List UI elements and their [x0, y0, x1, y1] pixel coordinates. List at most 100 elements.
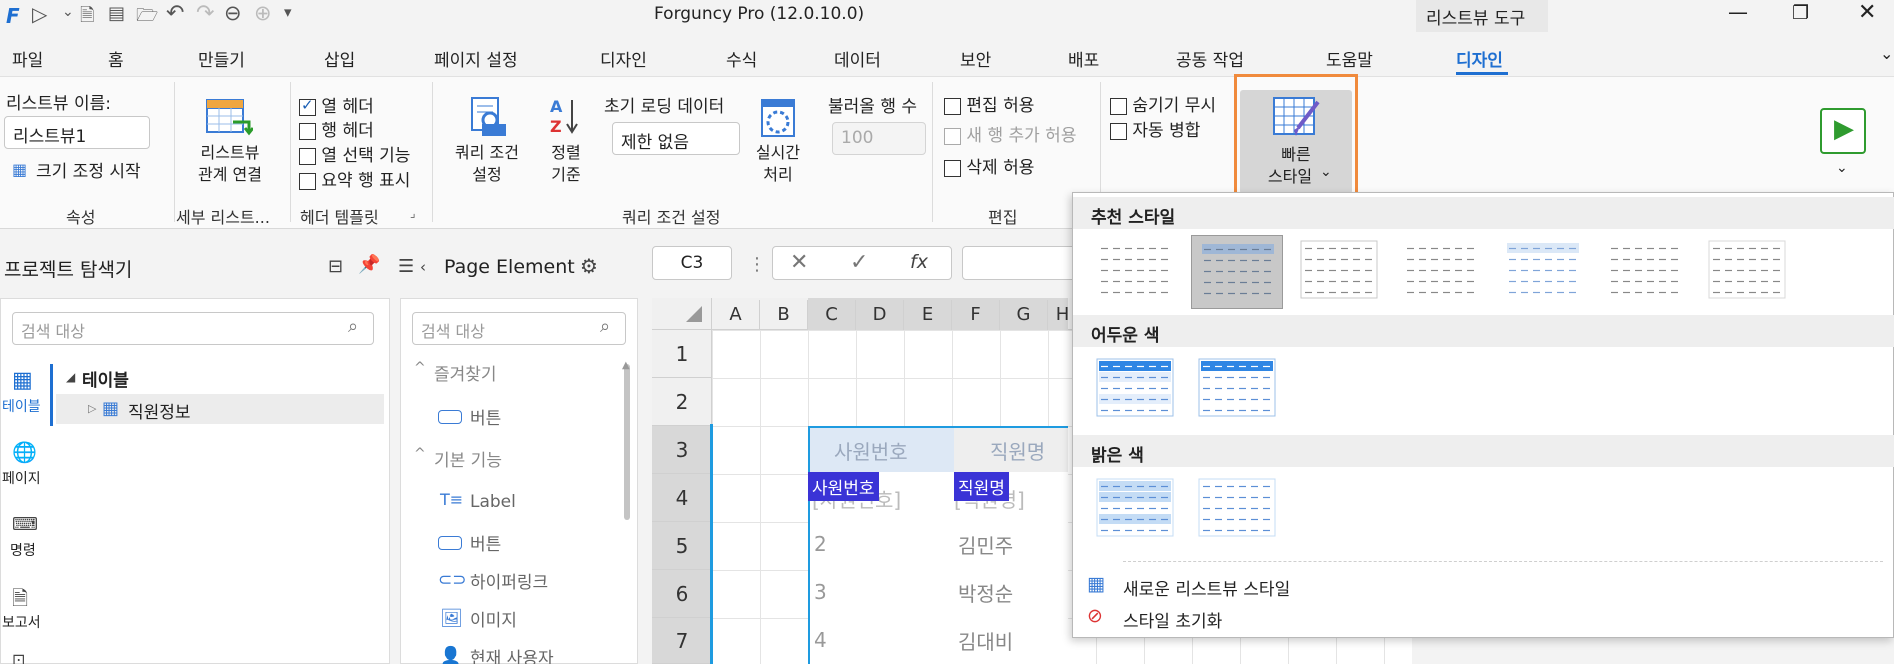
new-listview-style-item[interactable]: 새로운 리스트뷰 스타일 — [1123, 575, 1290, 600]
sort-label-2[interactable]: 기준 — [536, 164, 596, 186]
tree-collapsed-icon[interactable]: ▷ — [88, 402, 96, 415]
customize-toolbar-icon[interactable]: ▾ — [284, 3, 292, 21]
relation-label-1[interactable]: 리스트뷰 — [190, 142, 270, 164]
side-tab-reports[interactable]: 보고서 — [2, 612, 41, 632]
realtime-icon[interactable] — [760, 98, 796, 138]
redo-icon[interactable]: ↷ — [196, 1, 214, 26]
row-header[interactable]: 2 — [652, 378, 712, 426]
initial-load-select[interactable]: 제한 없음 — [612, 122, 740, 155]
field-tag-employee-no[interactable]: 사원번호 — [808, 472, 879, 501]
explorer-search-input[interactable]: 검색 대상 — [12, 312, 374, 345]
minimize-icon[interactable]: — — [1728, 0, 1748, 24]
column-header[interactable]: F — [952, 300, 1000, 330]
element-image-item[interactable]: 이미지 — [470, 606, 517, 631]
relation-link-icon[interactable] — [205, 96, 255, 138]
chevron-down-icon[interactable]: ⌄ — [1836, 160, 1848, 176]
allow-delete-checkbox[interactable]: 삭제 허용 — [944, 153, 1034, 178]
ignore-hidden-checkbox[interactable]: 숨기기 무시 — [1110, 91, 1216, 116]
collapse-ribbon-icon[interactable]: ⌄ — [1880, 44, 1893, 63]
fx-icon[interactable]: fx — [910, 251, 928, 273]
style-thumbnail-light[interactable] — [1191, 473, 1283, 547]
column-header[interactable]: A — [712, 300, 760, 330]
menu-formula[interactable]: 수식 — [726, 46, 757, 71]
query-condition-icon[interactable] — [466, 96, 508, 138]
menu-security[interactable]: 보안 — [960, 46, 991, 71]
gear-icon[interactable]: ⚙ — [580, 254, 598, 278]
save-icon[interactable]: ▤ — [108, 3, 125, 24]
query-cond-label-2[interactable]: 설정 — [442, 164, 532, 186]
favorite-button-item[interactable]: 버튼 — [470, 404, 501, 429]
page-icon[interactable]: 🌐 — [12, 440, 37, 464]
element-search-input[interactable]: 검색 대상 — [412, 312, 626, 345]
more-tab-icon[interactable]: ⊡ — [12, 650, 25, 664]
formula-input[interactable] — [962, 246, 1082, 280]
undo-icon[interactable]: ↶ — [166, 1, 184, 26]
menu-design[interactable]: 디자인 — [600, 46, 647, 71]
realtime-label-1[interactable]: 실시간 — [742, 142, 814, 164]
back-icon[interactable]: ⊖ — [224, 1, 242, 25]
relation-label-2[interactable]: 관계 연결 — [190, 164, 270, 186]
style-thumbnail[interactable] — [1293, 235, 1385, 309]
rows-to-load-input[interactable]: 100 — [832, 122, 926, 155]
menu-data[interactable]: 데이터 — [834, 46, 881, 71]
menu-insert[interactable]: 삽입 — [324, 46, 355, 71]
menu-page-setup[interactable]: 페이지 설정 — [434, 46, 518, 71]
auto-merge-checkbox[interactable]: 자동 병합 — [1110, 116, 1200, 141]
sort-label-1[interactable]: 정렬 — [536, 142, 596, 164]
row-header[interactable]: 5 — [652, 522, 712, 570]
style-thumbnail[interactable] — [1089, 235, 1181, 309]
scroll-up-icon[interactable]: ▲ — [622, 360, 630, 371]
element-current-user-item[interactable]: 현재 사용자 — [470, 644, 554, 664]
table-icon[interactable]: ▦ — [12, 368, 33, 393]
side-tab-commands[interactable]: 명령 — [10, 540, 36, 560]
menu-help[interactable]: 도움말 — [1326, 46, 1373, 71]
style-thumbnail[interactable] — [1395, 235, 1487, 309]
tree-table-item[interactable]: 직원정보 — [128, 398, 191, 423]
style-thumbnail-dark[interactable] — [1089, 353, 1181, 427]
style-thumbnail-light[interactable] — [1089, 473, 1181, 547]
listview-name-input[interactable]: 리스트뷰1 — [4, 116, 150, 149]
style-thumbnail[interactable] — [1599, 235, 1691, 309]
chevron-down-icon[interactable]: ⌄ — [62, 4, 74, 20]
chevron-up-icon[interactable]: ^ — [414, 360, 426, 376]
menu-home[interactable]: 홈 — [108, 46, 124, 71]
select-all-corner[interactable] — [652, 298, 712, 330]
search-icon[interactable]: ⌕ — [600, 316, 610, 337]
row-header[interactable]: 4 — [652, 474, 712, 522]
chevron-up-icon[interactable]: ^ — [414, 446, 426, 462]
row-header-checkbox[interactable]: 행 헤더 — [299, 116, 374, 141]
cancel-icon[interactable]: ✕ — [790, 250, 808, 275]
column-header[interactable]: C — [808, 300, 856, 330]
basic-section[interactable]: 기본 기능 — [434, 446, 502, 471]
element-hyperlink-item[interactable]: 하이퍼링크 — [470, 568, 548, 593]
resize-start-button[interactable]: 크기 조정 시작 — [36, 157, 141, 182]
style-thumbnail[interactable] — [1497, 235, 1589, 309]
close-icon[interactable]: ✕ — [1858, 0, 1876, 25]
cell-reference-box[interactable]: C3 — [652, 246, 732, 280]
forward-icon[interactable]: ⊕ — [254, 1, 272, 25]
row-header[interactable]: 3 — [652, 426, 712, 474]
menu-design-context[interactable]: 디자인 — [1456, 46, 1503, 71]
element-label-item[interactable]: Label — [470, 492, 516, 512]
favorites-section[interactable]: 즐겨찾기 — [434, 360, 497, 385]
dialog-launcher-icon[interactable]: ⌟ — [410, 206, 416, 220]
command-icon[interactable]: ⌨ — [12, 514, 38, 535]
menu-create[interactable]: 만들기 — [198, 46, 245, 71]
row-header[interactable]: 1 — [652, 330, 712, 378]
chevron-left-icon[interactable]: ‹ — [420, 258, 426, 276]
col-select-checkbox[interactable]: 열 선택 기능 — [299, 141, 410, 166]
allow-edit-checkbox[interactable]: 편집 허용 — [944, 91, 1034, 116]
column-header[interactable]: B — [760, 300, 808, 330]
row-header[interactable]: 7 — [652, 618, 712, 664]
column-header[interactable]: G — [1000, 300, 1048, 330]
menu-deploy[interactable]: 배포 — [1068, 46, 1099, 71]
scrollbar-thumb[interactable] — [624, 364, 630, 520]
allow-add-row-checkbox[interactable]: 새 행 추가 허용 — [944, 121, 1076, 146]
realtime-label-2[interactable]: 처리 — [742, 164, 814, 186]
side-tab-tables[interactable]: 테이블 — [2, 396, 41, 416]
style-thumbnail-selected[interactable] — [1191, 235, 1283, 309]
tree-tables-node[interactable]: 테이블 — [82, 366, 129, 391]
restore-icon[interactable]: ❐ — [1792, 2, 1809, 24]
more-icon[interactable]: ⋮ — [748, 254, 766, 275]
search-icon[interactable]: ⌕ — [348, 316, 358, 337]
